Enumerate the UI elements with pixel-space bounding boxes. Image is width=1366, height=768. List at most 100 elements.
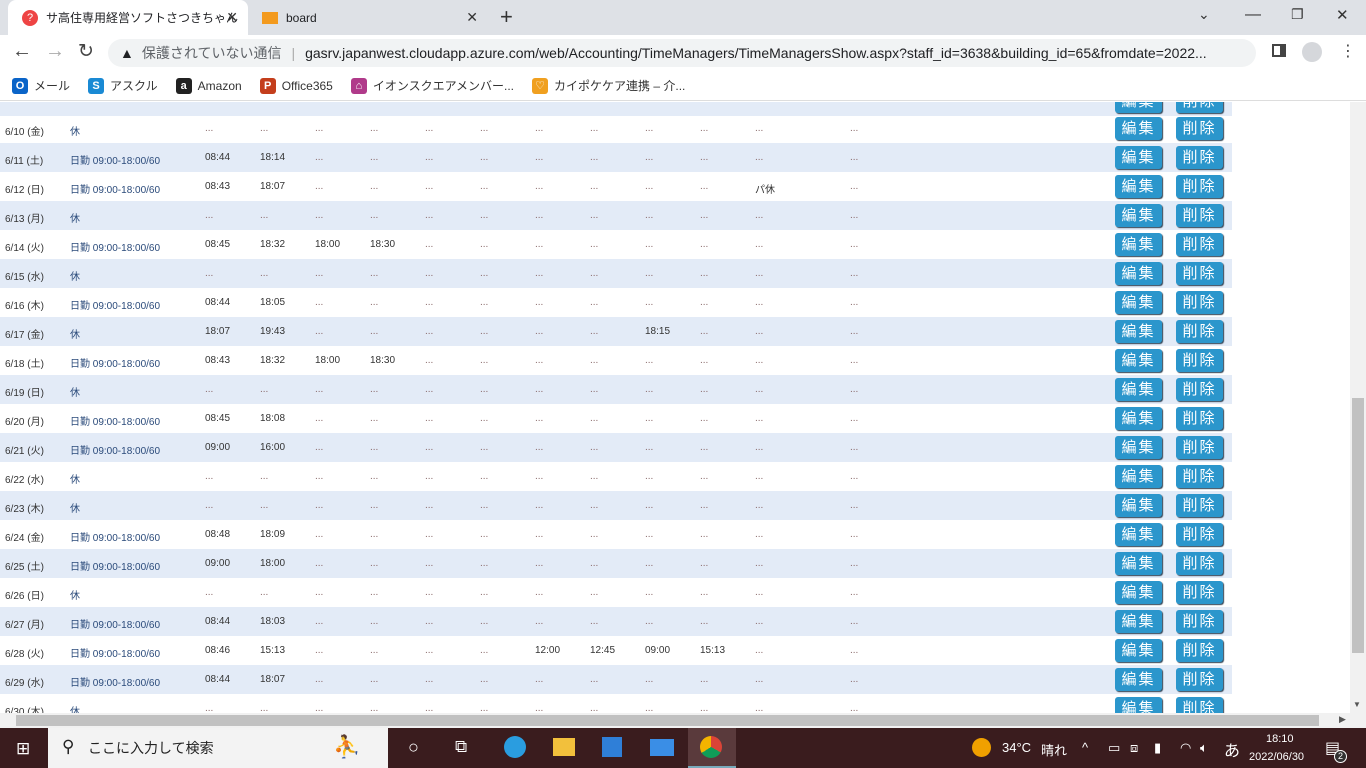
cortana-icon[interactable]: ○ (408, 737, 419, 758)
edit-button[interactable]: 編集 (1115, 465, 1162, 488)
edit-button[interactable]: 編集 (1115, 349, 1162, 372)
delete-button[interactable]: 削除 (1176, 349, 1223, 372)
network-share-icon[interactable]: ⧈ (1130, 740, 1138, 756)
delete-button[interactable]: 削除 (1176, 697, 1223, 713)
edit-button[interactable]: 編集 (1115, 552, 1162, 575)
delete-button[interactable]: 削除 (1176, 175, 1223, 198)
scroll-down-icon[interactable]: ▼ (1353, 700, 1361, 709)
vertical-scroll-thumb[interactable] (1352, 398, 1364, 653)
edit-button[interactable]: 編集 (1115, 581, 1162, 604)
weather-sun-icon[interactable] (972, 738, 991, 757)
time-cell: 18:00 (260, 558, 286, 569)
side-panel-icon[interactable] (1272, 44, 1286, 57)
horizontal-scroll-thumb[interactable] (16, 715, 1319, 726)
tab-board[interactable]: board ✕ (248, 0, 488, 35)
delete-button[interactable]: 削除 (1176, 610, 1223, 633)
clock-date[interactable]: 2022/06/30 (1249, 751, 1304, 763)
delete-button[interactable]: 削除 (1176, 102, 1223, 113)
tab-search-icon[interactable]: ⌄ (1198, 6, 1210, 23)
delete-button[interactable]: 削除 (1176, 639, 1223, 662)
wifi-icon[interactable]: ◠ (1180, 740, 1191, 756)
url-text[interactable]: gasrv.japanwest.cloudapp.azure.com/web/A… (305, 45, 1207, 61)
close-tab-icon[interactable]: ✕ (226, 9, 238, 26)
edit-button[interactable]: 編集 (1115, 436, 1162, 459)
edit-button[interactable]: 編集 (1115, 102, 1162, 113)
edit-button[interactable]: 編集 (1115, 320, 1162, 343)
edit-button[interactable]: 編集 (1115, 146, 1162, 169)
bookmark-item[interactable]: a Amazon (175, 77, 242, 94)
weather-temp[interactable]: 34°C (1002, 740, 1031, 755)
edit-button[interactable]: 編集 (1115, 378, 1162, 401)
taskbar-search-box[interactable]: ⚲ ここに入力して検索 ⛹ (48, 728, 388, 768)
time-cell: ... (425, 413, 434, 424)
delete-button[interactable]: 削除 (1176, 494, 1223, 517)
delete-button[interactable]: 削除 (1176, 523, 1223, 546)
delete-button[interactable]: 削除 (1176, 204, 1223, 227)
restore-icon[interactable]: ❐ (1291, 6, 1304, 23)
store-icon[interactable] (602, 737, 622, 757)
edit-button[interactable]: 編集 (1115, 523, 1162, 546)
ime-indicator[interactable]: あ (1224, 737, 1240, 761)
edit-button[interactable]: 編集 (1115, 639, 1162, 662)
meet-icon[interactable]: ▭ (1108, 740, 1120, 756)
edge-icon[interactable] (504, 736, 526, 758)
edit-button[interactable]: 編集 (1115, 233, 1162, 256)
edit-button[interactable]: 編集 (1115, 262, 1162, 285)
close-window-icon[interactable]: ✕ (1336, 6, 1349, 24)
menu-icon[interactable]: ⋮ (1340, 41, 1356, 61)
tray-overflow-icon[interactable]: ^ (1082, 740, 1088, 755)
time-cell: ... (370, 529, 379, 540)
delete-button[interactable]: 削除 (1176, 668, 1223, 691)
edit-button[interactable]: 編集 (1115, 668, 1162, 691)
edit-button[interactable]: 編集 (1115, 407, 1162, 430)
edit-button[interactable]: 編集 (1115, 204, 1162, 227)
mail-icon[interactable] (650, 739, 674, 756)
delete-button[interactable]: 削除 (1176, 146, 1223, 169)
address-bar[interactable]: ▲ 保護されていない通信 | gasrv.japanwest.cloudapp.… (108, 39, 1256, 67)
delete-button[interactable]: 削除 (1176, 233, 1223, 256)
date-cell: 6/24 (金) (5, 533, 44, 544)
tab-title: board (286, 10, 317, 25)
security-label[interactable]: 保護されていない通信 (142, 43, 282, 63)
scroll-right-icon[interactable]: ▶ (1339, 714, 1346, 725)
delete-button[interactable]: 削除 (1176, 436, 1223, 459)
edit-button[interactable]: 編集 (1115, 117, 1162, 140)
bookmark-item[interactable]: S アスクル (88, 77, 158, 94)
clock-time[interactable]: 18:10 (1266, 733, 1294, 745)
minimize-icon[interactable]: — (1245, 6, 1261, 24)
bookmark-item[interactable]: O メール (12, 77, 70, 94)
delete-button[interactable]: 削除 (1176, 581, 1223, 604)
tab-satsuki[interactable]: ? サ高住専用経営ソフトさつきちゃん ✕ (8, 0, 248, 35)
bookmark-item[interactable]: ♡ カイポケケア連携 – 介... (532, 77, 685, 94)
task-view-icon[interactable]: ⧉ (455, 737, 467, 757)
explorer-icon[interactable] (553, 738, 575, 756)
profile-avatar[interactable] (1302, 42, 1322, 62)
delete-button[interactable]: 削除 (1176, 407, 1223, 430)
delete-button[interactable]: 削除 (1176, 320, 1223, 343)
close-tab-icon[interactable]: ✕ (466, 9, 478, 26)
delete-button[interactable]: 削除 (1176, 465, 1223, 488)
new-tab-icon[interactable]: + (500, 4, 513, 30)
time-cell: ... (645, 674, 654, 685)
reload-icon[interactable]: ↻ (78, 40, 94, 63)
delete-button[interactable]: 削除 (1176, 378, 1223, 401)
delete-button[interactable]: 削除 (1176, 262, 1223, 285)
windows-start-icon[interactable]: ⊞ (16, 739, 30, 759)
time-cell: ... (315, 529, 324, 540)
edit-button[interactable]: 編集 (1115, 697, 1162, 713)
edit-button[interactable]: 編集 (1115, 610, 1162, 633)
edit-button[interactable]: 編集 (1115, 494, 1162, 517)
forward-icon[interactable]: → (45, 40, 65, 63)
battery-icon[interactable]: ▮ (1154, 740, 1161, 756)
time-cell: ... (755, 500, 764, 511)
back-icon[interactable]: ← (12, 40, 32, 63)
delete-button[interactable]: 削除 (1176, 117, 1223, 140)
edit-button[interactable]: 編集 (1115, 175, 1162, 198)
bookmark-item[interactable]: ⌂ イオンスクエアメンバー... (350, 77, 514, 94)
weather-text[interactable]: 晴れ (1041, 740, 1067, 759)
bookmark-item[interactable]: P Office365 (259, 77, 333, 94)
edit-button[interactable]: 編集 (1115, 291, 1162, 314)
delete-button[interactable]: 削除 (1176, 291, 1223, 314)
delete-button[interactable]: 削除 (1176, 552, 1223, 575)
volume-icon[interactable]: 🔈︎ (1200, 740, 1208, 756)
